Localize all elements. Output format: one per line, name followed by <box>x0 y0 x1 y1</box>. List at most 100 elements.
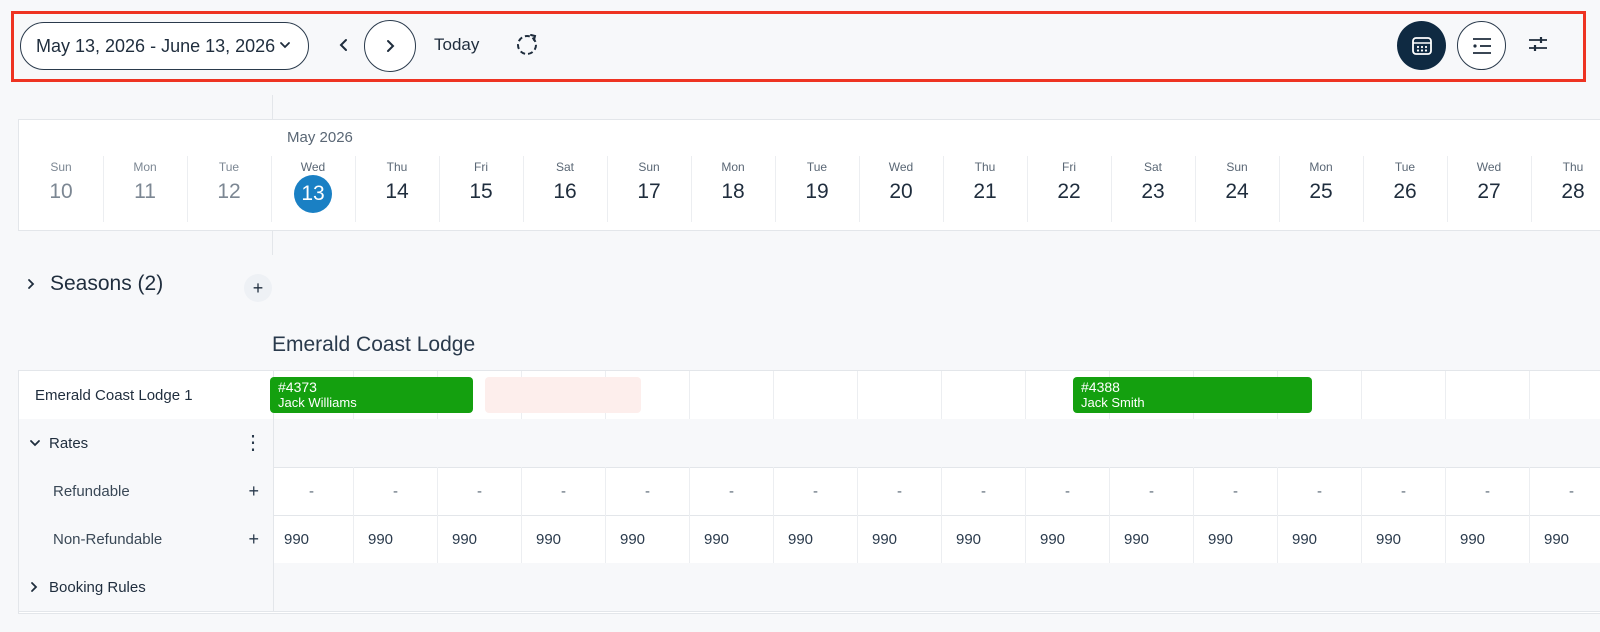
list-view-button[interactable] <box>1457 21 1506 70</box>
calendar-day[interactable]: Tue 12 <box>187 156 271 222</box>
booking-guest: Jack Smith <box>1081 395 1145 410</box>
booking-rules-toggle[interactable]: Booking Rules <box>19 563 274 611</box>
rate-cell[interactable]: - <box>1026 467 1110 515</box>
rate-cell[interactable]: 990 <box>270 515 354 563</box>
rate-plan-name: Non-Refundable <box>53 530 163 548</box>
calendar-day[interactable]: Tue 19 <box>775 156 859 222</box>
rate-cell[interactable]: 990 <box>690 515 774 563</box>
date-range-dropdown[interactable]: May 13, 2026 - June 13, 2026 <box>20 22 309 70</box>
rate-cell[interactable]: 990 <box>354 515 438 563</box>
rate-cell[interactable]: 990 <box>1194 515 1278 563</box>
availability-cell[interactable] <box>1362 371 1446 419</box>
calendar-day[interactable]: Thu 28 <box>1531 156 1600 222</box>
calendar-day[interactable]: Wed 13 <box>271 156 355 222</box>
rate-cell[interactable]: - <box>774 467 858 515</box>
rate-cell[interactable]: 990 <box>1026 515 1110 563</box>
more-options-icon[interactable]: ⋮ <box>243 431 263 455</box>
rate-cell[interactable]: - <box>354 467 438 515</box>
rate-cell[interactable]: - <box>858 467 942 515</box>
rate-plan-label: Non-Refundable + <box>19 515 274 563</box>
calendar-day[interactable]: Sun 10 <box>19 156 103 222</box>
rate-cell[interactable]: 990 <box>1278 515 1362 563</box>
calendar-day[interactable]: Thu 21 <box>943 156 1027 222</box>
rate-cell[interactable]: - <box>1362 467 1446 515</box>
refresh-button[interactable] <box>514 32 540 58</box>
rate-cell[interactable]: - <box>690 467 774 515</box>
calendar-day[interactable]: Sat 23 <box>1111 156 1195 222</box>
rate-cell[interactable]: 990 <box>1362 515 1446 563</box>
calendar-day[interactable]: Wed 20 <box>859 156 943 222</box>
rate-cell[interactable]: 990 <box>1530 515 1600 563</box>
rate-cell[interactable]: 990 <box>438 515 522 563</box>
day-number: 15 <box>469 180 493 203</box>
availability-cell[interactable] <box>690 371 774 419</box>
add-rate-button[interactable]: + <box>248 481 259 502</box>
calendar-day[interactable]: Fri 22 <box>1027 156 1111 222</box>
day-separator <box>1279 156 1280 222</box>
day-number: 12 <box>217 180 241 203</box>
refresh-icon <box>517 34 537 55</box>
availability-cell[interactable] <box>858 371 942 419</box>
calendar-day[interactable]: Mon 11 <box>103 156 187 222</box>
chevron-right-icon <box>31 582 38 592</box>
day-separator <box>1027 156 1028 222</box>
calendar-day[interactable]: Mon 25 <box>1279 156 1363 222</box>
rate-plan-row: Refundable + ---------------- <box>19 467 1600 516</box>
availability-cell[interactable] <box>774 371 858 419</box>
rate-cell[interactable]: 990 <box>606 515 690 563</box>
calendar-view-button[interactable] <box>1397 21 1446 70</box>
seasons-toggle[interactable]: Seasons (2) <box>26 272 163 296</box>
calendar-day[interactable]: Tue 26 <box>1363 156 1447 222</box>
calendar-day[interactable]: Fri 15 <box>439 156 523 222</box>
day-number: 23 <box>1141 180 1165 203</box>
rate-cell[interactable]: - <box>1446 467 1530 515</box>
rate-cell[interactable]: 990 <box>942 515 1026 563</box>
availability-cell[interactable] <box>1530 371 1600 419</box>
day-of-week: Tue <box>218 160 240 174</box>
chevron-down-icon <box>280 42 290 49</box>
booking-4388[interactable]: #4388 Jack Smith <box>1073 377 1312 413</box>
day-number: 22 <box>1057 180 1081 203</box>
rate-cell[interactable]: 990 <box>774 515 858 563</box>
previous-period-button[interactable] <box>329 30 359 60</box>
add-season-button[interactable]: + <box>244 274 272 302</box>
calendar-day[interactable]: Thu 14 <box>355 156 439 222</box>
rate-cell[interactable]: - <box>522 467 606 515</box>
unit-row: Emerald Coast Lodge 1 #4373 Jack William… <box>19 371 1600 420</box>
day-number: 26 <box>1393 180 1417 203</box>
add-rate-button[interactable]: + <box>248 529 259 550</box>
calendar-day[interactable]: Sun 24 <box>1195 156 1279 222</box>
rate-cell[interactable]: - <box>1278 467 1362 515</box>
day-of-week: Tue <box>1394 160 1416 174</box>
calendar-day[interactable]: Mon 18 <box>691 156 775 222</box>
day-of-week: Mon <box>133 160 157 174</box>
today-date: 13 <box>294 175 332 213</box>
day-separator <box>775 156 776 222</box>
calendar-day[interactable]: Sun 17 <box>607 156 691 222</box>
rate-cell[interactable]: 990 <box>1446 515 1530 563</box>
rate-cell[interactable]: - <box>438 467 522 515</box>
rate-cell[interactable]: 990 <box>522 515 606 563</box>
rate-cell[interactable]: - <box>270 467 354 515</box>
rate-cell[interactable]: 990 <box>858 515 942 563</box>
booking-4373[interactable]: #4373 Jack Williams <box>270 377 473 413</box>
calendar-day[interactable]: Wed 27 <box>1447 156 1531 222</box>
rate-cell[interactable]: - <box>1530 467 1600 515</box>
day-number: 10 <box>49 180 73 203</box>
rate-cell[interactable]: - <box>1110 467 1194 515</box>
day-separator <box>1363 156 1364 222</box>
rate-cell[interactable]: - <box>606 467 690 515</box>
rate-cell[interactable]: 990 <box>1110 515 1194 563</box>
filters-button[interactable] <box>1526 32 1552 58</box>
rate-plan-name: Refundable <box>53 482 130 500</box>
calendar-day[interactable]: Sat 16 <box>523 156 607 222</box>
rate-cell[interactable]: - <box>942 467 1026 515</box>
day-of-week: Sun <box>1226 160 1248 174</box>
rates-toggle[interactable]: Rates ⋮ <box>19 419 274 467</box>
today-button[interactable]: Today <box>434 35 479 55</box>
availability-cell[interactable] <box>1446 371 1530 419</box>
rate-cell[interactable]: - <box>1194 467 1278 515</box>
blocked-dates[interactable] <box>485 377 641 413</box>
next-period-button[interactable] <box>364 20 416 72</box>
availability-cell[interactable] <box>942 371 1026 419</box>
